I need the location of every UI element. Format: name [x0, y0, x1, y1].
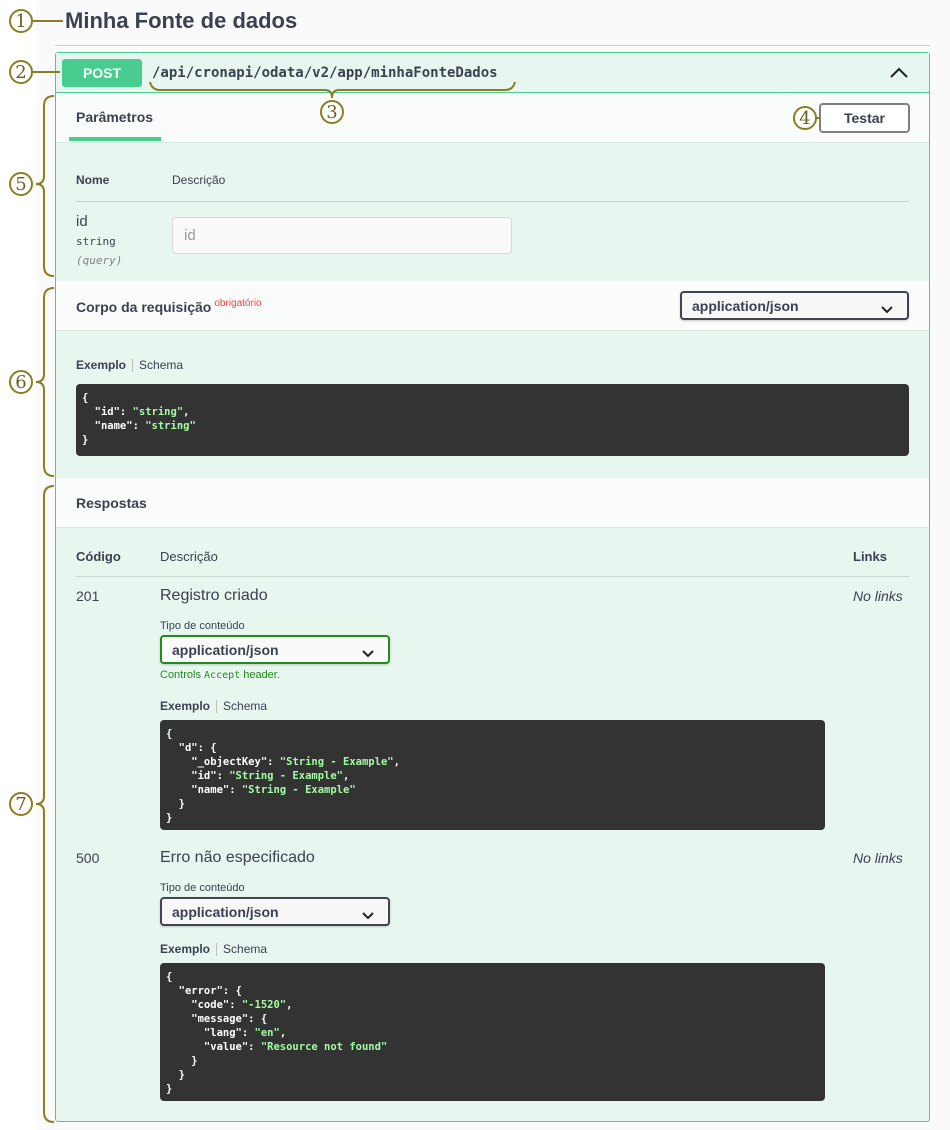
annotation-marker-5: 5: [9, 172, 33, 196]
params-divider: [76, 201, 909, 202]
responses-title: Respostas: [76, 495, 147, 511]
tab-separator: [216, 942, 218, 956]
code-string: "String - Example": [229, 770, 344, 782]
code-line: "d": {: [166, 742, 217, 754]
code-line: "value": "Resource not found": [166, 1041, 388, 1053]
tab-example[interactable]: Exemplo: [160, 699, 210, 713]
code-line: "_objectKey": "String - Example",: [166, 756, 400, 768]
code-line: {: [166, 971, 173, 983]
request-body-header: Corpo da requisição obrigatório applicati…: [56, 281, 929, 331]
code-line: {: [82, 392, 89, 404]
tab-example[interactable]: Exemplo: [76, 358, 126, 372]
response-500-content-type-select[interactable]: application/json: [160, 897, 390, 926]
code-line: "id": "string",: [82, 406, 190, 418]
code-string: "String - Example": [241, 784, 356, 796]
column-header-name: Nome: [76, 173, 110, 187]
code-line: "error": {: [166, 985, 242, 997]
tab-parameters[interactable]: Parâmetros: [76, 109, 153, 125]
request-example-tabs: Exemplo Schema: [76, 358, 183, 372]
annotation-marker-7: 7: [9, 792, 33, 816]
param-name: id: [76, 213, 88, 230]
param-type: string: [76, 235, 116, 248]
response-201-content-type-value: application/json: [172, 641, 279, 658]
response-500-example-tabs: Exemplo Schema: [160, 942, 267, 956]
content-type-label: Tipo de conteúdo: [160, 620, 245, 632]
code-line: }: [166, 798, 185, 810]
operation-summary[interactable]: POST /api/cronapi/odata/v2/app/minhaFont…: [56, 53, 929, 93]
code-line: }: [166, 812, 173, 824]
response-500-content-type-value: application/json: [172, 903, 279, 920]
method-badge: POST: [62, 59, 142, 87]
code-line: }: [166, 1083, 173, 1095]
column-header-response-description: Descrição: [160, 549, 218, 564]
tab-schema[interactable]: Schema: [223, 942, 267, 956]
code-line: "name": "String - Example": [166, 784, 356, 796]
annotation-marker-4: 4: [793, 106, 817, 130]
column-header-description: Descrição: [172, 173, 226, 187]
note-suffix: header.: [240, 669, 280, 681]
code-string: "String - Example": [279, 756, 394, 768]
annotation-marker-2: 2: [9, 60, 33, 84]
annotation-marker-1: 1: [9, 9, 33, 33]
response-description-500: Erro não especificado: [160, 849, 315, 866]
code-string: "en": [254, 1027, 280, 1039]
content-type-label: Tipo de conteúdo: [160, 882, 245, 894]
chevron-up-icon[interactable]: [887, 63, 911, 83]
code-line: }: [166, 1055, 198, 1067]
responses-divider: [76, 576, 909, 577]
required-badge: obrigatório: [214, 298, 262, 309]
request-body-title: Corpo da requisição obrigatório: [76, 298, 262, 315]
annotation-marker-6: 6: [9, 370, 33, 394]
title-divider: [55, 45, 930, 46]
tab-schema[interactable]: Schema: [139, 358, 183, 372]
code-line: }: [82, 434, 89, 446]
code-line: "code": "-1520",: [166, 999, 293, 1011]
operation-block: POST /api/cronapi/odata/v2/app/minhaFont…: [55, 52, 930, 1122]
page-title: Minha Fonte de dados: [65, 8, 298, 33]
code-string: "-1520": [241, 999, 287, 1011]
tab-separator: [132, 358, 134, 372]
active-tab-indicator: [69, 137, 161, 141]
code-line: "lang": "en",: [166, 1027, 287, 1039]
code-line: "id": "String - Example",: [166, 770, 350, 782]
chevron-down-icon: [881, 301, 893, 317]
request-example-code: { "id": "string", "name": "string" }: [76, 384, 909, 456]
column-header-links: Links: [853, 549, 887, 564]
endpoint-path: /api/cronapi/odata/v2/app/minhaFonteDado…: [152, 65, 498, 81]
column-header-code: Código: [76, 549, 121, 564]
response-links-201: No links: [853, 588, 903, 604]
response-description-201: Registro criado: [160, 587, 268, 604]
code-line: {: [166, 728, 173, 740]
response-201-content-type-select[interactable]: application/json: [160, 635, 390, 664]
code-line: "name": "string": [82, 420, 196, 432]
note-code: Accept: [204, 670, 241, 681]
request-content-type-value: application/json: [692, 297, 799, 314]
request-body-title-text: Corpo da requisição: [76, 299, 212, 315]
tab-schema[interactable]: Schema: [223, 699, 267, 713]
response-201-example-tabs: Exemplo Schema: [160, 699, 267, 713]
code-string: "string": [132, 406, 184, 418]
id-param-input[interactable]: [172, 217, 512, 254]
chevron-down-icon: [362, 907, 374, 923]
response-201-example-code: { "d": { "_objectKey": "String - Example…: [160, 720, 825, 830]
try-it-out-button[interactable]: Testar: [819, 103, 910, 133]
tab-separator: [216, 699, 218, 713]
responses-header: Respostas: [56, 478, 929, 528]
request-content-type-select[interactable]: application/json: [680, 291, 909, 320]
response-500-example-code: { "error": { "code": "-1520", "message":…: [160, 963, 825, 1101]
code-line: }: [166, 1069, 185, 1081]
accept-header-note: Controls Accept header.: [160, 669, 280, 681]
chevron-down-icon: [362, 645, 374, 661]
code-string: "Resource not found": [260, 1041, 388, 1053]
note-prefix: Controls: [160, 669, 205, 681]
response-code-201: 201: [76, 588, 100, 604]
code-string: "string": [145, 420, 196, 432]
response-links-500: No links: [853, 850, 903, 866]
code-line: "message": {: [166, 1013, 268, 1025]
param-location: (query): [76, 254, 123, 267]
annotation-marker-3: 3: [320, 100, 344, 124]
tab-example[interactable]: Exemplo: [160, 942, 210, 956]
response-code-500: 500: [76, 850, 100, 866]
